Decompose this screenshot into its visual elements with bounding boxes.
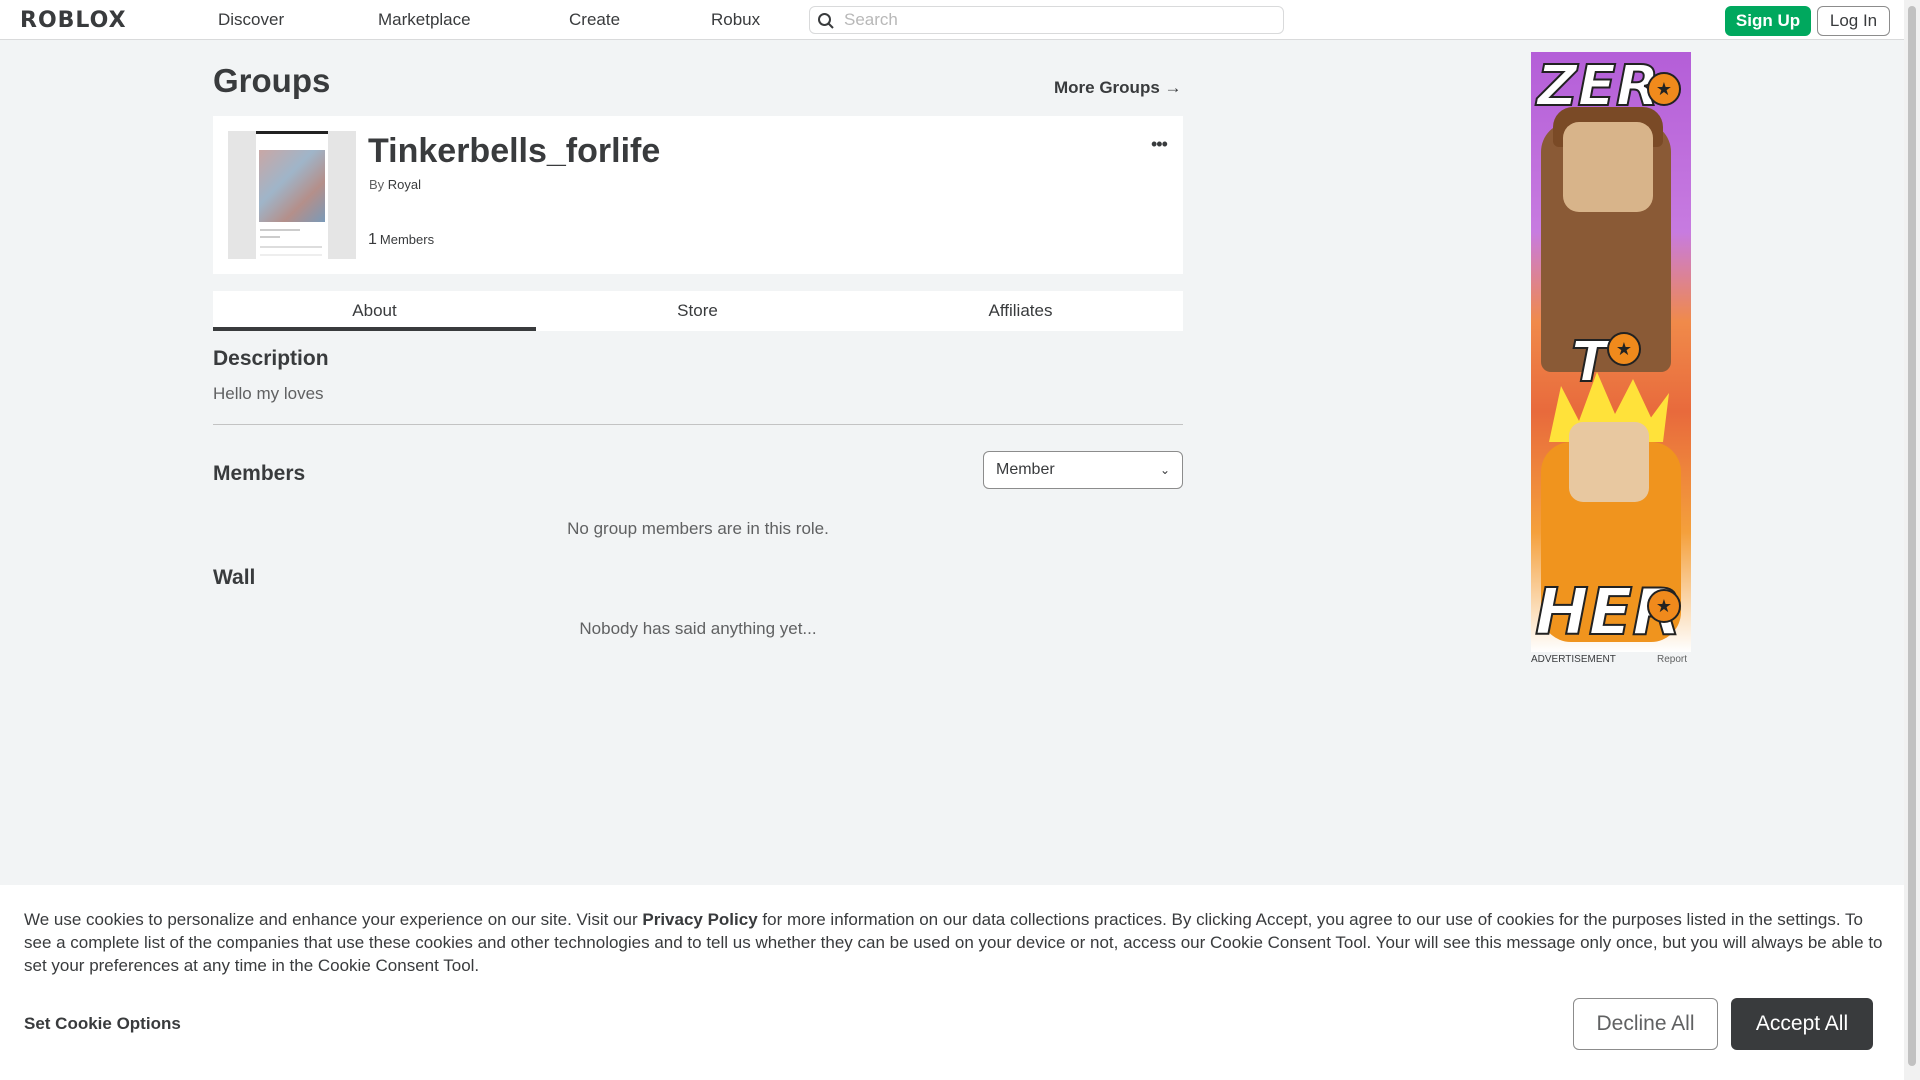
nav-link-robux[interactable]: Robux: [711, 10, 760, 30]
group-emblem-image: [228, 131, 356, 259]
log-in-button[interactable]: Log In: [1817, 6, 1890, 36]
set-cookie-options-link[interactable]: Set Cookie Options: [24, 1014, 181, 1034]
scrollbar-thumb[interactable]: [1908, 6, 1916, 1066]
by-prefix: By: [369, 177, 385, 192]
accept-all-button[interactable]: Accept All: [1731, 998, 1873, 1050]
nav-link-create[interactable]: Create: [569, 10, 620, 30]
section-divider: [213, 424, 1183, 425]
more-options-icon[interactable]: •••: [1151, 134, 1168, 155]
cookie-consent-banner: We use cookies to personalize and enhanc…: [0, 885, 1904, 1080]
wall-heading: Wall: [213, 566, 256, 589]
cookie-message: We use cookies to personalize and enhanc…: [24, 910, 1883, 975]
advertisement-label: ADVERTISEMENT: [1531, 654, 1616, 665]
tab-about[interactable]: About: [213, 291, 536, 331]
search-icon: [818, 13, 834, 29]
page-title: Groups: [213, 62, 331, 99]
ad-word-zero: ZER: [1536, 53, 1660, 120]
page-scrollbar[interactable]: [1904, 0, 1920, 1080]
report-ad-link[interactable]: Report: [1657, 654, 1687, 665]
role-dropdown-value: Member: [996, 461, 1055, 478]
group-header-card: Tinkerbells_forlife By Royal 1 Members ••…: [213, 116, 1183, 274]
members-heading: Members: [213, 462, 306, 485]
top-navigation-bar: ROBLOX Discover Marketplace Create Robux…: [0, 0, 1904, 40]
group-owner-line: By Royal: [369, 177, 421, 192]
decline-all-button[interactable]: Decline All: [1573, 998, 1718, 1050]
member-count-label: Members: [379, 232, 435, 247]
group-name: Tinkerbells_forlife: [368, 132, 661, 170]
search-box[interactable]: [809, 6, 1284, 34]
group-member-count: 1 Members: [368, 231, 434, 249]
members-empty-message: No group members are in this role.: [567, 519, 829, 538]
tab-affiliates[interactable]: Affiliates: [859, 291, 1182, 331]
group-owner-link[interactable]: Royal: [388, 177, 421, 192]
privacy-policy-link[interactable]: Privacy Policy: [642, 910, 757, 929]
wall-empty-message: Nobody has said anything yet...: [579, 619, 817, 638]
ad-star-icon: ★: [1647, 72, 1681, 106]
group-tabs: About Store Affiliates: [213, 291, 1183, 331]
nav-link-discover[interactable]: Discover: [218, 10, 284, 30]
ad-word-to: T: [1570, 329, 1610, 396]
tab-store[interactable]: Store: [536, 291, 859, 331]
ad-star-icon: ★: [1647, 589, 1681, 623]
search-input[interactable]: [844, 9, 1274, 31]
description-heading: Description: [213, 347, 329, 370]
chevron-down-icon: ⌄: [1159, 463, 1170, 477]
sign-up-button[interactable]: Sign Up: [1725, 6, 1811, 36]
ad-star-icon: ★: [1607, 332, 1641, 366]
role-dropdown[interactable]: Member ⌄: [983, 451, 1183, 489]
nav-link-marketplace[interactable]: Marketplace: [378, 10, 471, 30]
advertisement-banner[interactable]: ZER ★ T ★ HER ★: [1531, 52, 1691, 652]
roblox-logo[interactable]: ROBLOX: [20, 8, 127, 33]
member-count-value: 1: [368, 231, 377, 248]
emblem-phone-screenshot: [256, 131, 328, 259]
description-text: Hello my loves: [213, 384, 324, 403]
more-groups-link[interactable]: More Groups →: [1054, 78, 1182, 98]
